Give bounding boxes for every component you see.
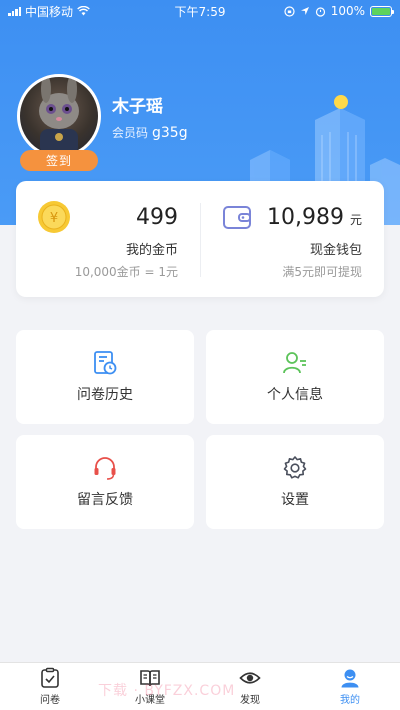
- coins-label[interactable]: 我的金币: [126, 239, 178, 258]
- tab-classroom-label: 小课堂: [135, 695, 165, 706]
- tab-survey-label: 问卷: [40, 695, 60, 706]
- clipboard-icon: [41, 667, 59, 688]
- rotation-lock-icon: [284, 5, 295, 17]
- cash-amount: 10,989: [267, 205, 344, 230]
- svg-text:¥: ¥: [50, 211, 58, 226]
- settings-button[interactable]: 设置: [206, 435, 384, 529]
- settings-label: 设置: [281, 492, 309, 508]
- personal-info-icon: [283, 352, 306, 374]
- signal-icon: [8, 6, 21, 16]
- status-bar: 中国移动 下午7:59 100%: [0, 0, 400, 22]
- survey-history-icon: [94, 351, 117, 375]
- tab-classroom[interactable]: 小课堂: [100, 663, 200, 710]
- personal-info-button[interactable]: 个人信息: [206, 330, 384, 424]
- tab-mine-label: 我的: [340, 695, 360, 706]
- battery-icon: [370, 5, 394, 17]
- tab-survey[interactable]: 问卷: [0, 663, 100, 710]
- checkin-button[interactable]: 签到: [20, 150, 98, 171]
- avatar-image: [39, 77, 79, 155]
- coins-exchange-note: 10,000金币 = 1元: [74, 265, 178, 279]
- location-icon: [300, 7, 309, 15]
- tab-discover-label: 发现: [240, 695, 260, 706]
- cash-unit: 元: [349, 213, 362, 227]
- cash-wallet-label[interactable]: 现金钱包: [310, 239, 362, 258]
- wallet-card: ¥ 499 我的金币 10,000金币 = 1元 10,989 元 现金钱包 满…: [16, 181, 384, 297]
- cash-amount-line: 10,989 元: [267, 205, 362, 230]
- bottom-tab-bar: 问卷 小课堂 发现 我的: [0, 662, 400, 710]
- feedback-button[interactable]: 留言反馈: [16, 435, 194, 529]
- eye-icon: [239, 672, 261, 684]
- coin-icon: ¥: [38, 201, 70, 233]
- cash-withdraw-note: 满5元即可提现: [282, 265, 362, 279]
- member-code-label: 会员码: [112, 126, 149, 140]
- member-code-line: 会员码 g35g: [112, 124, 188, 141]
- wifi-icon: [77, 6, 90, 16]
- member-code-value: g35g: [152, 125, 188, 141]
- feedback-label: 留言反馈: [77, 492, 133, 508]
- survey-history-button[interactable]: 问卷历史: [16, 330, 194, 424]
- headset-icon: [94, 457, 116, 480]
- tab-mine[interactable]: 我的: [300, 663, 400, 710]
- avatar[interactable]: [17, 74, 101, 158]
- battery-percent: 100%: [330, 4, 365, 18]
- carrier-label: 中国移动: [25, 4, 74, 19]
- personal-info-label: 个人信息: [267, 387, 323, 403]
- tab-discover[interactable]: 发现: [200, 663, 300, 710]
- gear-icon: [283, 456, 307, 479]
- person-icon: [341, 669, 359, 688]
- wallet-divider: [200, 203, 201, 277]
- book-icon: [140, 670, 160, 687]
- user-name: 木子瑶: [112, 97, 163, 117]
- alarm-icon: [315, 6, 325, 17]
- coins-amount: 499: [136, 205, 178, 230]
- survey-history-label: 问卷历史: [77, 387, 133, 403]
- wallet-icon: [223, 206, 251, 229]
